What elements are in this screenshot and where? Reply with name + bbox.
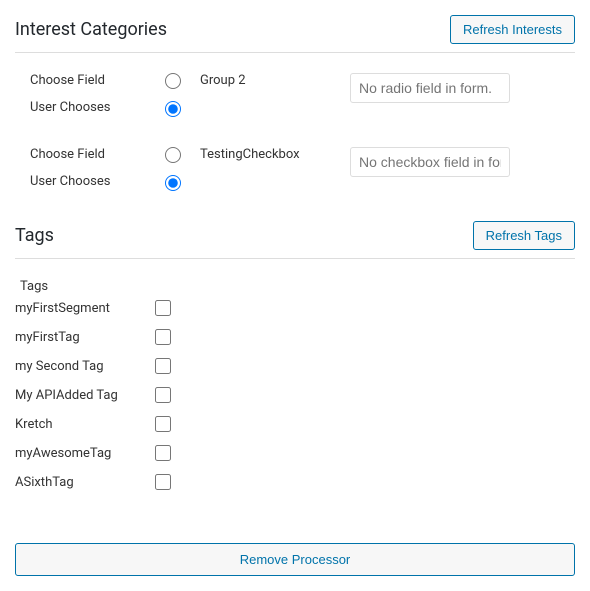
tag-row: myFirstTag <box>15 329 575 345</box>
tag-checkbox[interactable] <box>155 358 171 374</box>
radio-column <box>165 147 200 191</box>
tags-column-header: Tags <box>15 279 575 294</box>
choose-field-label: Choose Field <box>30 73 165 88</box>
label-column: Choose Field User Chooses <box>30 73 165 115</box>
tag-row: Kretch <box>15 416 575 432</box>
tag-label: myFirstTag <box>15 330 155 345</box>
tag-row: my Second Tag <box>15 358 575 374</box>
refresh-tags-button[interactable]: Refresh Tags <box>473 221 575 250</box>
tag-checkbox[interactable] <box>155 474 171 490</box>
interest-title: Interest Categories <box>15 19 167 40</box>
tag-label: my Second Tag <box>15 359 155 374</box>
interest-group: Choose Field User Chooses TestingCheckbo… <box>15 147 575 191</box>
user-chooses-radio[interactable] <box>165 175 181 191</box>
tags-list: myFirstSegment myFirstTag my Second Tag My … <box>15 300 575 490</box>
tag-row: My APIAdded Tag <box>15 387 575 403</box>
choose-field-radio[interactable] <box>165 147 181 163</box>
field-select-input[interactable] <box>350 147 510 177</box>
tag-label: My APIAdded Tag <box>15 388 155 403</box>
remove-processor-button[interactable]: Remove Processor <box>15 543 575 576</box>
tag-row: myAwesomeTag <box>15 445 575 461</box>
label-column: Choose Field User Chooses <box>30 147 165 189</box>
tag-checkbox[interactable] <box>155 300 171 316</box>
user-chooses-label: User Chooses <box>30 100 165 115</box>
interest-header: Interest Categories Refresh Interests <box>15 15 575 53</box>
tag-checkbox[interactable] <box>155 329 171 345</box>
interest-group: Choose Field User Chooses Group 2 <box>15 73 575 117</box>
radio-column <box>165 73 200 117</box>
tags-title: Tags <box>15 225 54 246</box>
tags-section: Tags myFirstSegment myFirstTag my Second T… <box>15 279 575 490</box>
input-column <box>350 147 575 177</box>
choose-field-label: Choose Field <box>30 147 165 162</box>
user-chooses-radio[interactable] <box>165 101 181 117</box>
input-column <box>350 73 575 103</box>
field-select-input[interactable] <box>350 73 510 103</box>
tags-header: Tags Refresh Tags <box>15 221 575 259</box>
tag-checkbox[interactable] <box>155 445 171 461</box>
tag-checkbox[interactable] <box>155 387 171 403</box>
refresh-interests-button[interactable]: Refresh Interests <box>450 15 575 44</box>
tag-label: ASixthTag <box>15 475 155 490</box>
tag-checkbox[interactable] <box>155 416 171 432</box>
group-name: TestingCheckbox <box>200 147 350 162</box>
user-chooses-label: User Chooses <box>30 174 165 189</box>
tag-label: myAwesomeTag <box>15 446 155 461</box>
choose-field-radio[interactable] <box>165 73 181 89</box>
tag-label: Kretch <box>15 417 155 432</box>
tag-row: ASixthTag <box>15 474 575 490</box>
tag-label: myFirstSegment <box>15 301 155 316</box>
group-name: Group 2 <box>200 73 350 88</box>
tag-row: myFirstSegment <box>15 300 575 316</box>
